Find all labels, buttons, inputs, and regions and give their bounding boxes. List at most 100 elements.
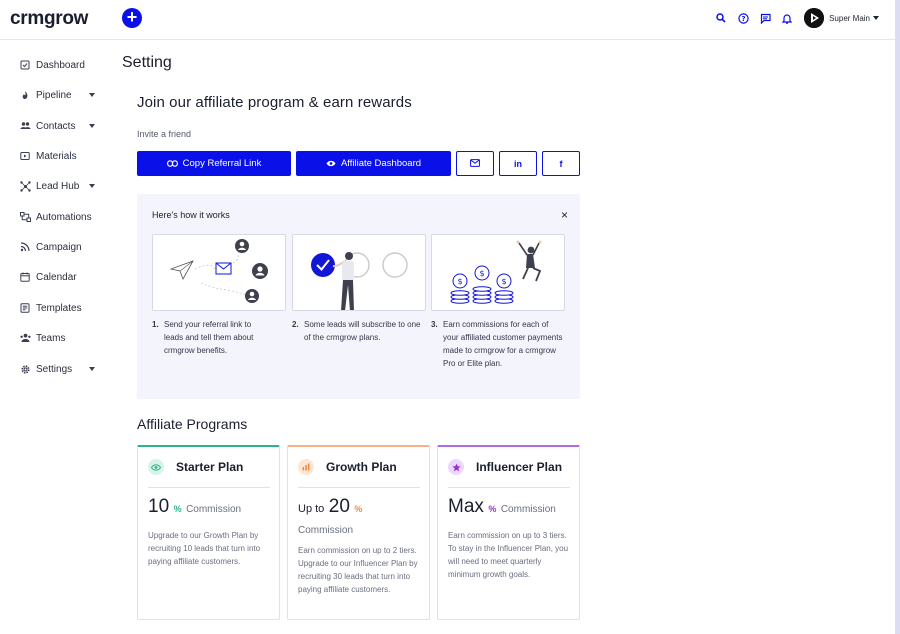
eye-badge-icon bbox=[148, 459, 164, 475]
svg-text:$: $ bbox=[479, 269, 484, 278]
scrollbar-track[interactable] bbox=[895, 0, 900, 634]
settings-icon bbox=[19, 363, 31, 375]
close-icon[interactable]: × bbox=[561, 208, 568, 222]
star-icon bbox=[448, 459, 464, 475]
header-actions: ? Super Main bbox=[710, 8, 879, 28]
sidebar-item-templates[interactable]: Templates bbox=[19, 299, 109, 317]
plan-card-influencer: Influencer Plan Max % Commission Earn co… bbox=[437, 445, 580, 620]
affiliate-heading: Join our affiliate program & earn reward… bbox=[137, 94, 412, 111]
sidebar-item-automations[interactable]: Automations bbox=[19, 208, 109, 226]
chevron-down-icon bbox=[89, 367, 95, 371]
how-step-3: 3. Earn commissions for each of your aff… bbox=[431, 318, 565, 370]
bar-chart-icon bbox=[298, 459, 314, 475]
affiliate-programs-title: Affiliate Programs bbox=[137, 416, 248, 432]
share-email-button[interactable] bbox=[456, 151, 494, 176]
sidebar-item-dashboard[interactable]: Dashboard bbox=[19, 56, 109, 74]
sidebar-item-label: Pipeline bbox=[36, 89, 72, 101]
sidebar-item-label: Contacts bbox=[36, 120, 76, 132]
sidebar-item-pipeline[interactable]: Pipeline bbox=[19, 86, 109, 104]
automations-icon bbox=[19, 211, 31, 223]
divider bbox=[148, 487, 270, 488]
plan-card-starter: Starter Plan 10 % Commission Upgrade to … bbox=[137, 445, 280, 620]
commission-value: 10 bbox=[148, 496, 170, 517]
sidebar-item-label: Calendar bbox=[36, 271, 77, 283]
how-step-1: 1. Send your referral link to leads and … bbox=[152, 318, 272, 357]
dashboard-icon bbox=[19, 59, 31, 71]
plan-description: Earn commission on up to 3 tiers. To sta… bbox=[448, 531, 569, 579]
step-3-illustration: $ $ $ bbox=[431, 234, 565, 311]
sidebar-item-label: Dashboard bbox=[36, 59, 85, 71]
commission-value: 20 bbox=[328, 496, 350, 517]
pipeline-icon bbox=[19, 89, 31, 101]
templates-icon bbox=[19, 302, 31, 314]
lead-hub-icon bbox=[19, 180, 31, 192]
plan-name: Growth Plan bbox=[326, 460, 397, 474]
step-number: 1. bbox=[152, 320, 159, 329]
bell-icon[interactable] bbox=[776, 8, 798, 28]
search-icon[interactable] bbox=[710, 8, 732, 28]
sidebar-item-label: Materials bbox=[36, 150, 77, 162]
teams-icon bbox=[19, 332, 31, 344]
facebook-icon: f bbox=[559, 158, 563, 169]
sidebar-item-lead-hub[interactable]: Lead Hub bbox=[19, 177, 109, 195]
how-it-works-title: Here's how it works bbox=[152, 210, 230, 220]
help-icon[interactable]: ? bbox=[732, 8, 754, 28]
plan-commission: 10 % Commission bbox=[148, 497, 273, 520]
sidebar-item-settings[interactable]: Settings bbox=[19, 360, 109, 378]
step-text: Send your referral link to leads and tel… bbox=[164, 320, 254, 355]
page-title: Setting bbox=[122, 54, 172, 71]
svg-text:$: $ bbox=[457, 277, 462, 286]
percent-sign: % bbox=[488, 504, 497, 514]
plan-description: Upgrade to our Growth Plan by recruiting… bbox=[148, 531, 261, 566]
chevron-down-icon bbox=[89, 93, 95, 97]
chat-icon[interactable] bbox=[754, 8, 776, 28]
sidebar-item-calendar[interactable]: Calendar bbox=[19, 268, 109, 286]
commission-label: Commission bbox=[186, 504, 242, 515]
calendar-icon bbox=[19, 271, 31, 283]
sidebar-item-label: Templates bbox=[36, 302, 82, 314]
copy-referral-link-label: Copy Referral Link bbox=[182, 158, 262, 169]
percent-sign: % bbox=[354, 504, 363, 514]
linkedin-icon: in bbox=[514, 158, 522, 169]
step-text: Earn commissions for each of your affili… bbox=[443, 320, 563, 368]
sidebar-item-label: Automations bbox=[36, 211, 92, 223]
sidebar-item-teams[interactable]: Teams bbox=[19, 329, 109, 347]
chevron-down-icon bbox=[89, 124, 95, 128]
top-bar: crmgrow + ? Super Main bbox=[0, 0, 895, 40]
percent-sign: % bbox=[173, 504, 182, 514]
eye-icon bbox=[326, 160, 336, 167]
divider bbox=[298, 487, 420, 488]
share-facebook-button[interactable]: f bbox=[542, 151, 580, 176]
sidebar-item-campaign[interactable]: Campaign bbox=[19, 238, 109, 256]
commission-value: Max bbox=[448, 496, 484, 517]
affiliate-dashboard-button[interactable]: Affiliate Dashboard bbox=[296, 151, 451, 176]
sidebar-item-label: Settings bbox=[36, 363, 73, 375]
how-step-2: 2. Some leads will subscribe to one of t… bbox=[292, 318, 424, 344]
sidebar-item-contacts[interactable]: Contacts bbox=[19, 117, 109, 135]
commission-prefix: Up to bbox=[298, 503, 325, 515]
copy-referral-link-button[interactable]: Copy Referral Link bbox=[137, 151, 291, 176]
plan-card-growth: Growth Plan Up to 20 % Commission Earn c… bbox=[287, 445, 430, 620]
plan-commission: Up to 20 % Commission bbox=[298, 497, 423, 541]
app-logo[interactable]: crmgrow bbox=[10, 8, 88, 30]
invite-label: Invite a friend bbox=[137, 129, 192, 139]
chevron-down-icon bbox=[873, 16, 879, 20]
plan-description: Earn commission on up to 2 tiers. Upgrad… bbox=[298, 546, 418, 594]
step-1-illustration bbox=[152, 234, 286, 311]
avatar[interactable] bbox=[804, 8, 825, 28]
sidebar-item-label: Lead Hub bbox=[36, 180, 80, 192]
share-linkedin-button[interactable]: in bbox=[499, 151, 537, 176]
svg-text:?: ? bbox=[741, 15, 745, 23]
user-name: Super Main bbox=[829, 13, 870, 23]
plan-name: Starter Plan bbox=[176, 460, 244, 474]
step-number: 2. bbox=[292, 320, 299, 329]
scrollbar-thumb[interactable] bbox=[895, 0, 900, 634]
mail-icon bbox=[470, 158, 480, 169]
commission-label: Commission bbox=[298, 525, 354, 536]
step-number: 3. bbox=[431, 320, 438, 329]
divider bbox=[448, 487, 570, 488]
how-it-works-panel: Here's how it works × $ $ $ 1. Send your… bbox=[137, 194, 580, 399]
add-button[interactable]: + bbox=[122, 8, 142, 28]
sidebar-item-materials[interactable]: Materials bbox=[19, 147, 109, 165]
user-menu[interactable]: Super Main bbox=[829, 14, 879, 23]
